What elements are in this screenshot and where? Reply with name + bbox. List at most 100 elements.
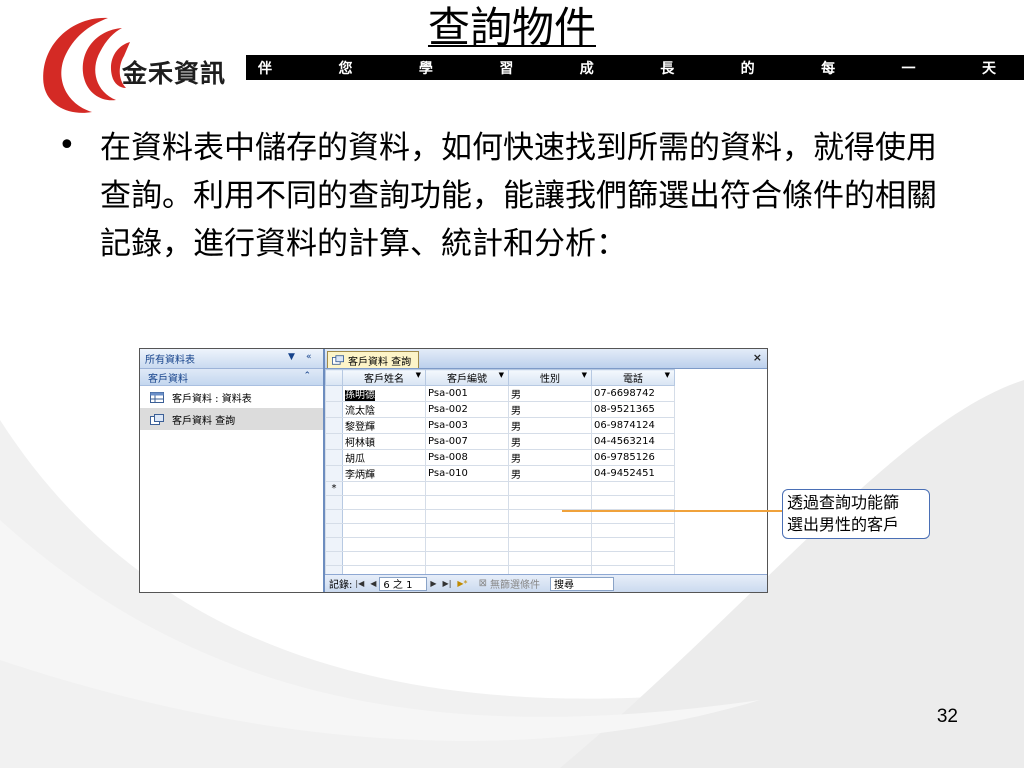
table-cell[interactable]	[342, 481, 426, 496]
table-cell[interactable]	[508, 481, 592, 496]
row-selector[interactable]	[325, 449, 343, 466]
navigation-pane: 所有資料表 ▼ « 客戶資料 ⌃ 客戶資料 : 資料表 客戶資料 查詢	[140, 349, 325, 592]
column-header-label: 電話	[623, 374, 643, 385]
row-selector[interactable]	[325, 465, 343, 482]
table-cell[interactable]: Psa-007	[425, 433, 509, 450]
tab-label: 客戶資料 查詢	[348, 356, 412, 368]
tab-query[interactable]: 客戶資料 查詢	[327, 351, 419, 368]
slogan-char: 天	[981, 60, 996, 77]
table-cell[interactable]: 06-9785126	[591, 449, 675, 466]
query-icon	[150, 413, 164, 425]
new-record-marker: *	[325, 481, 343, 496]
slogan-char: 伴	[258, 60, 272, 77]
callout-line	[562, 510, 782, 512]
table-cell[interactable]: 08-9521365	[591, 401, 675, 418]
table-cell[interactable]: 柯林頓	[342, 433, 426, 450]
table-cell[interactable]: 李炳輝	[342, 465, 426, 482]
table-cell[interactable]: 孫明德	[342, 385, 426, 402]
dropdown-arrow-icon[interactable]: ▼	[288, 352, 295, 362]
record-label: 記錄:	[329, 580, 353, 591]
document-tab-strip: 客戶資料 查詢 ×	[325, 349, 767, 369]
new-record-row[interactable]: *	[325, 481, 675, 496]
empty-row	[325, 537, 675, 552]
table-cell[interactable]: Psa-008	[425, 449, 509, 466]
new-record-icon[interactable]: ▶*	[457, 579, 467, 588]
slogan-char: 每	[821, 60, 836, 77]
table-cell[interactable]: 流太陰	[342, 401, 426, 418]
table-cell[interactable]: 06-9874124	[591, 417, 675, 434]
table-icon	[150, 391, 164, 403]
select-all-corner[interactable]	[325, 369, 343, 386]
nav-pane-header[interactable]: 所有資料表 ▼ «	[140, 349, 323, 369]
slogan-char: 學	[418, 60, 433, 77]
callout-box: 透過查詢功能篩 選出男性的客戶	[782, 489, 930, 539]
table-cell[interactable]: 04-9452451	[591, 465, 675, 482]
nav-item-table[interactable]: 客戶資料 : 資料表	[140, 386, 323, 408]
filter-status[interactable]: 無篩選條件	[490, 576, 540, 591]
cell-value: 孫明德	[345, 390, 375, 401]
table-cell[interactable]: Psa-002	[425, 401, 509, 418]
document-area: 客戶資料 查詢 × 客戶姓名 ▼ 客戶編號 ▼ 性別 ▼ 電話 ▼ 孫明德 Psa-00…	[325, 349, 767, 592]
table-cell[interactable]: 男	[508, 385, 592, 402]
dropdown-arrow-icon[interactable]: ▼	[416, 371, 421, 379]
slide-title: 查詢物件	[427, 3, 596, 52]
current-record-field[interactable]: 6 之 1	[379, 576, 428, 591]
dropdown-arrow-icon[interactable]: ▼	[582, 371, 587, 379]
grid-header-row: 客戶姓名 ▼ 客戶編號 ▼ 性別 ▼ 電話 ▼	[325, 369, 675, 386]
record-navigation-bar: 記錄: |◀ ◀ 6 之 1 ▶ ▶| ▶* ⊠ 無篩選條件 搜尋	[325, 574, 767, 592]
table-cell[interactable]: 男	[508, 449, 592, 466]
table-cell[interactable]: Psa-010	[425, 465, 509, 482]
table-cell[interactable]: 胡瓜	[342, 449, 426, 466]
column-header-label: 性別	[540, 374, 560, 385]
last-record-icon[interactable]: ▶|	[443, 579, 452, 588]
query-icon	[332, 355, 344, 365]
slogan-char: 長	[660, 60, 675, 77]
collapse-pane-icon[interactable]: «	[306, 352, 312, 362]
row-selector[interactable]	[325, 401, 343, 418]
collapse-group-icon[interactable]: ⌃	[303, 371, 311, 381]
brand-name: 金禾資訊	[122, 59, 227, 88]
close-icon[interactable]: ×	[753, 351, 762, 364]
previous-record-icon[interactable]: ◀	[370, 579, 376, 588]
column-header-label: 客戶編號	[447, 374, 487, 385]
table-row[interactable]: 黎登輝 Psa-003 男 06-9874124	[325, 417, 675, 434]
table-cell[interactable]: 04-4563214	[591, 433, 675, 450]
table-cell[interactable]: 男	[508, 401, 592, 418]
table-cell[interactable]: Psa-003	[425, 417, 509, 434]
table-row[interactable]: 孫明德 Psa-001 男 07-6698742	[325, 385, 675, 402]
nav-item-query[interactable]: 客戶資料 查詢	[140, 408, 323, 430]
table-row[interactable]: 流太陰 Psa-002 男 08-9521365	[325, 401, 675, 418]
table-row[interactable]: 胡瓜 Psa-008 男 06-9785126	[325, 449, 675, 466]
first-record-icon[interactable]: |◀	[355, 579, 364, 588]
table-cell[interactable]	[425, 481, 509, 496]
column-header[interactable]: 電話 ▼	[591, 369, 675, 386]
row-selector[interactable]	[325, 433, 343, 450]
table-cell[interactable]: 男	[508, 433, 592, 450]
empty-row	[325, 523, 675, 538]
table-cell[interactable]: Psa-001	[425, 385, 509, 402]
datasheet-grid: 客戶姓名 ▼ 客戶編號 ▼ 性別 ▼ 電話 ▼ 孫明德 Psa-001 男 07-669…	[325, 369, 675, 580]
nav-item-label: 客戶資料 查詢	[172, 415, 236, 427]
table-cell[interactable]: 男	[508, 465, 592, 482]
dropdown-arrow-icon[interactable]: ▼	[665, 371, 670, 379]
table-row[interactable]: 柯林頓 Psa-007 男 04-4563214	[325, 433, 675, 450]
table-cell[interactable]: 07-6698742	[591, 385, 675, 402]
table-cell[interactable]: 男	[508, 417, 592, 434]
nav-group-header[interactable]: 客戶資料 ⌃	[140, 369, 323, 386]
page-number: 32	[936, 706, 958, 727]
next-record-icon[interactable]: ▶	[430, 579, 436, 588]
table-cell[interactable]	[591, 481, 675, 496]
column-header[interactable]: 客戶編號 ▼	[425, 369, 509, 386]
search-input[interactable]: 搜尋	[549, 576, 614, 591]
dropdown-arrow-icon[interactable]: ▼	[499, 371, 504, 379]
table-cell[interactable]: 黎登輝	[342, 417, 426, 434]
empty-row	[325, 551, 675, 566]
slogan-char: 成	[579, 60, 594, 77]
row-selector[interactable]	[325, 385, 343, 402]
column-header[interactable]: 性別 ▼	[508, 369, 592, 386]
table-row[interactable]: 李炳輝 Psa-010 男 04-9452451	[325, 465, 675, 482]
slogan-char: 您	[338, 60, 353, 77]
row-selector[interactable]	[325, 417, 343, 434]
column-header[interactable]: 客戶姓名 ▼	[342, 369, 426, 386]
bullet-icon: •	[58, 128, 76, 163]
